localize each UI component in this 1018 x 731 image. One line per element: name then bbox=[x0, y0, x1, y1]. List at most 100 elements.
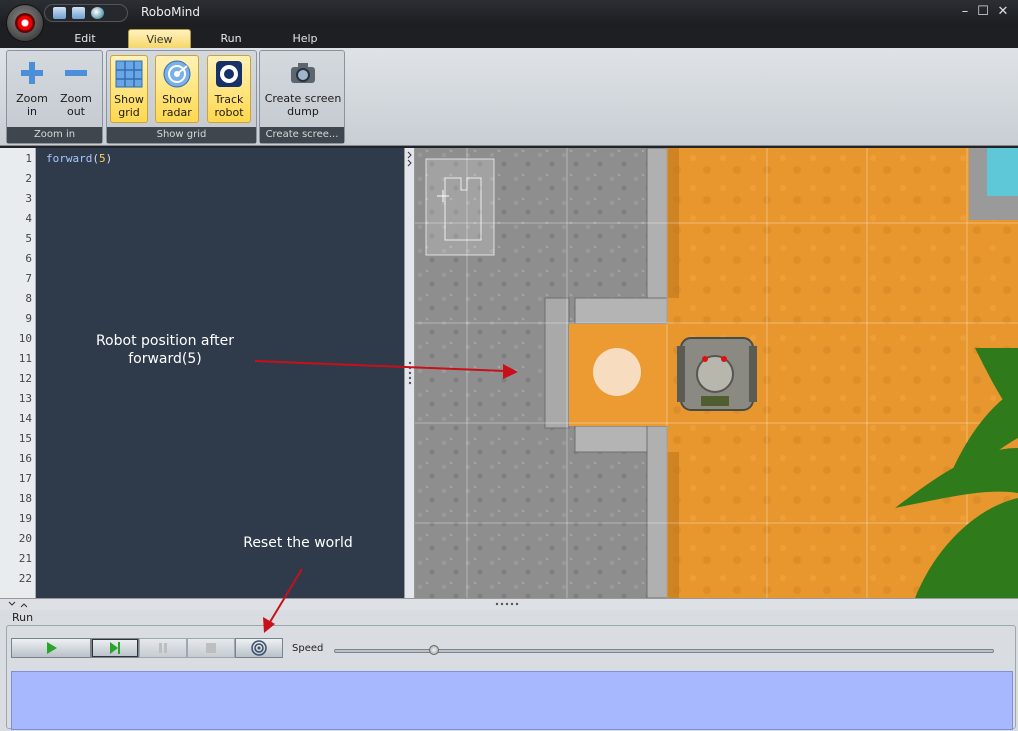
splitter-grip-icon bbox=[407, 151, 412, 385]
zoom-out-label: Zoom bbox=[60, 92, 92, 105]
zoom-in-label-2: in bbox=[26, 105, 38, 118]
splitter-grip-icon bbox=[8, 601, 519, 608]
line-number: 22 bbox=[18, 572, 32, 585]
screen-dump-group: Create screen dump Create scree... bbox=[259, 50, 345, 144]
stop-icon bbox=[206, 643, 216, 653]
stop-button[interactable] bbox=[187, 638, 235, 658]
code-paren-open: ( bbox=[92, 152, 99, 165]
line-number: 7 bbox=[25, 272, 32, 285]
line-number: 16 bbox=[18, 452, 32, 465]
line-number: 12 bbox=[18, 372, 32, 385]
play-icon bbox=[47, 642, 57, 654]
step-icon bbox=[110, 642, 120, 654]
line-number: 1 bbox=[25, 152, 32, 165]
speed-slider[interactable] bbox=[334, 645, 994, 655]
menu-bar: Edit View Run Help bbox=[0, 26, 1018, 48]
app-menu-button[interactable] bbox=[6, 4, 44, 42]
tab-edit[interactable]: Edit bbox=[62, 29, 108, 48]
line-number: 13 bbox=[18, 392, 32, 405]
code-paren-close: ) bbox=[105, 152, 113, 165]
line-number: 15 bbox=[18, 432, 32, 445]
annotation-robot-position-line1: Robot position after bbox=[95, 333, 235, 349]
screen-dump-group-name: Create scree... bbox=[260, 127, 344, 143]
line-number: 6 bbox=[25, 252, 32, 265]
open-world-icon[interactable] bbox=[53, 7, 66, 19]
reset-world-icon bbox=[251, 640, 267, 656]
quick-access-toolbar bbox=[44, 4, 128, 22]
create-screen-label-2: dump bbox=[287, 105, 319, 118]
grid-icon bbox=[115, 60, 143, 88]
plus-icon bbox=[21, 62, 43, 84]
track-robot-label: Track bbox=[214, 93, 244, 106]
reset-world-button[interactable] bbox=[235, 638, 283, 658]
code-line-1[interactable]: forward(5) bbox=[46, 152, 112, 165]
run-panel: Run Speed bbox=[0, 610, 1018, 731]
title-bar: RoboMind – ☐ ✕ bbox=[0, 0, 1018, 26]
vertical-splitter[interactable] bbox=[404, 148, 415, 598]
show-grid-label: Show bbox=[114, 93, 144, 106]
line-number: 11 bbox=[18, 352, 32, 365]
show-grid-button[interactable]: Show grid bbox=[110, 55, 148, 123]
line-number: 10 bbox=[18, 332, 32, 345]
track-robot-label-2: robot bbox=[214, 106, 244, 119]
show-grid-group-name: Show grid bbox=[107, 127, 256, 143]
horizontal-splitter[interactable] bbox=[0, 598, 1018, 610]
tab-run[interactable]: Run bbox=[208, 29, 254, 48]
code-argument: 5 bbox=[98, 152, 106, 165]
maximize-button[interactable]: ☐ bbox=[976, 5, 990, 19]
create-screen-label: Create screen bbox=[264, 92, 342, 105]
zoom-in-label: Zoom bbox=[16, 92, 48, 105]
annotation-reset-world: Reset the world bbox=[243, 535, 353, 551]
globe-icon[interactable] bbox=[91, 7, 104, 19]
line-number: 21 bbox=[18, 552, 32, 565]
line-number: 3 bbox=[25, 192, 32, 205]
line-number: 14 bbox=[18, 412, 32, 425]
show-radar-label: Show bbox=[162, 93, 192, 106]
minus-icon bbox=[65, 70, 87, 76]
pause-button[interactable] bbox=[139, 638, 187, 658]
code-keyword: forward bbox=[46, 152, 93, 165]
line-number: 19 bbox=[18, 512, 32, 525]
world-map bbox=[415, 148, 1018, 598]
radar-minimap bbox=[425, 158, 495, 256]
show-radar-label-2: radar bbox=[162, 106, 192, 119]
open-file-icon[interactable] bbox=[72, 7, 85, 19]
minimize-button[interactable]: – bbox=[958, 5, 972, 19]
line-number: 8 bbox=[25, 292, 32, 305]
annotation-robot-position-line2: forward(5) bbox=[128, 351, 202, 367]
zoom-group: Zoom in Zoom out Zoom in bbox=[6, 50, 103, 144]
tab-view[interactable]: View bbox=[128, 29, 191, 48]
zoom-in-button[interactable]: Zoom in bbox=[11, 55, 53, 123]
close-button[interactable]: ✕ bbox=[996, 5, 1010, 19]
app-title: RoboMind bbox=[141, 5, 201, 19]
show-grid-group: Show grid Show radar Track robot Show gr… bbox=[106, 50, 257, 144]
ribbon: Zoom in Zoom out Zoom in Show grid Show … bbox=[0, 48, 1018, 146]
robot-eye-icon bbox=[15, 13, 35, 33]
line-number: 4 bbox=[25, 212, 32, 225]
line-number: 5 bbox=[25, 232, 32, 245]
line-number: 17 bbox=[18, 472, 32, 485]
run-panel-label: Run bbox=[12, 611, 34, 624]
eye-icon bbox=[216, 61, 242, 87]
create-screen-dump-button[interactable]: Create screen dump bbox=[263, 55, 343, 123]
zoom-group-name: Zoom in bbox=[7, 127, 102, 143]
line-number: 2 bbox=[25, 172, 32, 185]
annotation-robot-position: Robot position after forward(5) bbox=[70, 332, 260, 368]
speed-slider-thumb[interactable] bbox=[429, 645, 439, 655]
track-robot-button[interactable]: Track robot bbox=[207, 55, 251, 123]
line-number: 18 bbox=[18, 492, 32, 505]
step-button[interactable] bbox=[91, 638, 139, 658]
line-number: 9 bbox=[25, 312, 32, 325]
speed-label: Speed bbox=[292, 643, 324, 654]
play-button[interactable] bbox=[11, 638, 91, 658]
code-editor[interactable]: 1 2 3 4 5 6 7 8 9 10 11 12 13 14 15 16 17 18 19 20 21 22 forw… bbox=[0, 148, 404, 598]
tab-help[interactable]: Help bbox=[282, 29, 328, 48]
zoom-out-button[interactable]: Zoom out bbox=[55, 55, 97, 123]
world-view[interactable] bbox=[415, 148, 1018, 598]
show-radar-button[interactable]: Show radar bbox=[155, 55, 199, 123]
line-number: 20 bbox=[18, 532, 32, 545]
line-number-gutter: 1 2 3 4 5 6 7 8 9 10 11 12 13 14 15 16 17 18 19 20 21 22 bbox=[0, 148, 36, 598]
radar-icon bbox=[163, 60, 191, 88]
camera-icon bbox=[291, 63, 315, 83]
output-console[interactable] bbox=[11, 671, 1013, 730]
